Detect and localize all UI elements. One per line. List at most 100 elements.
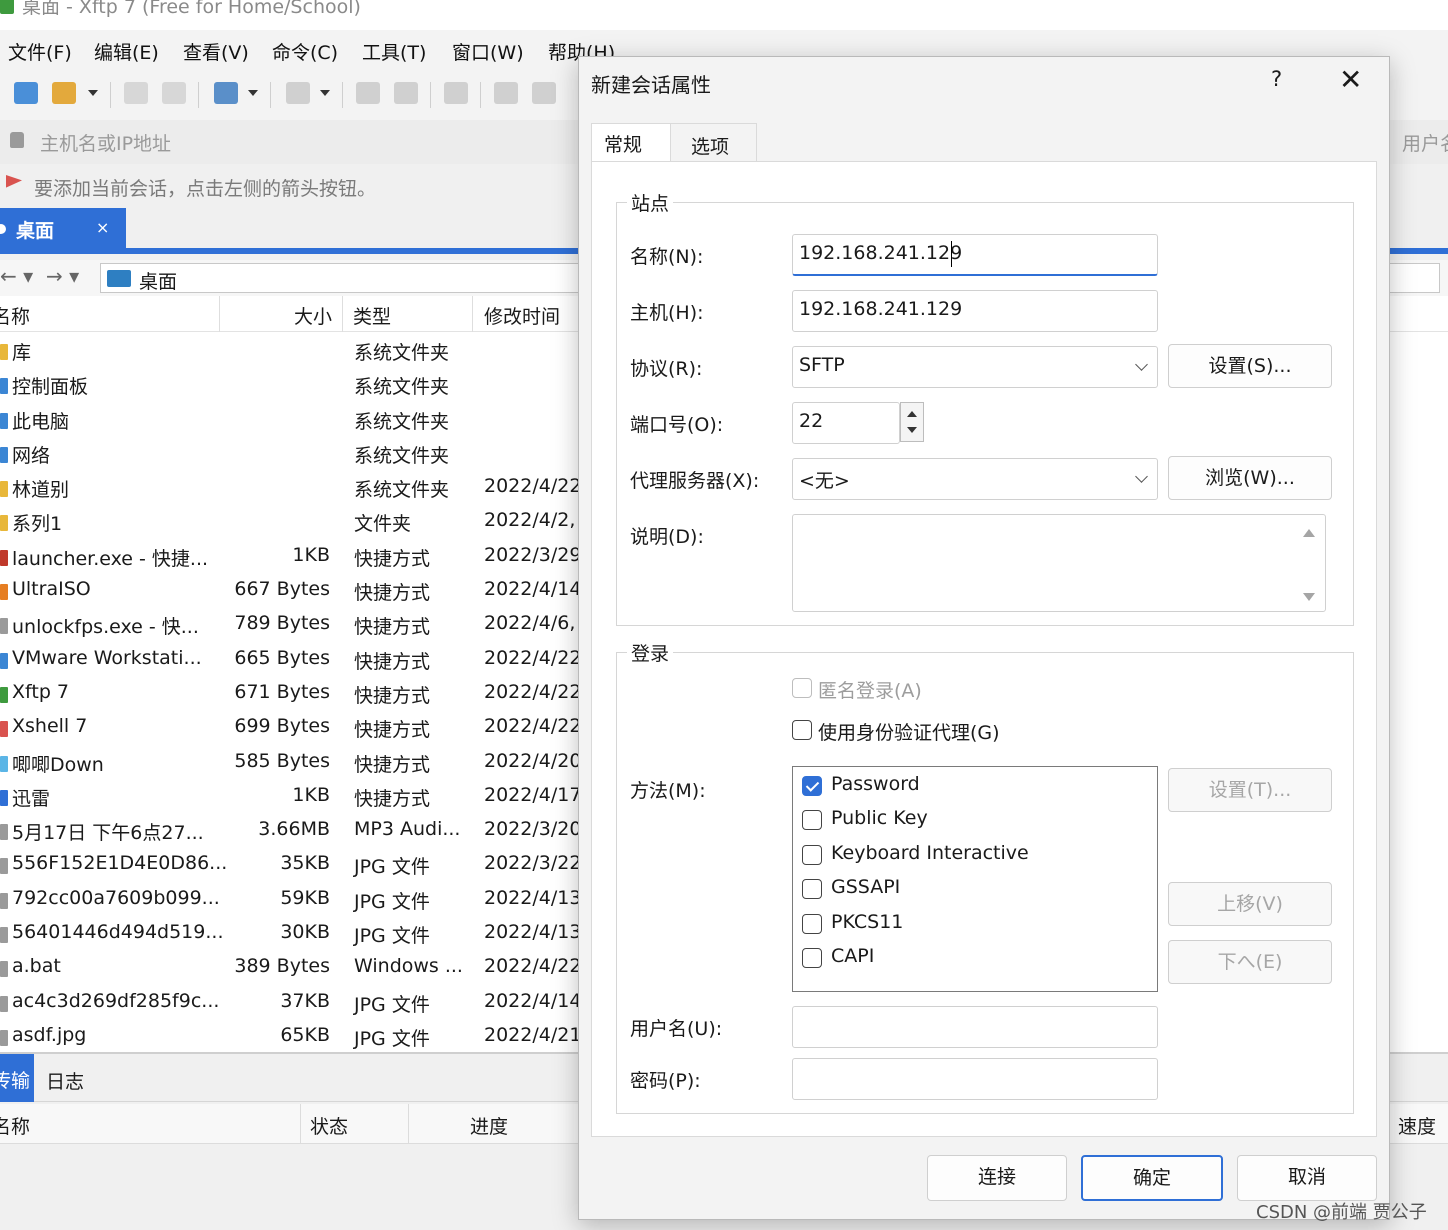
port-input[interactable]: 22	[792, 402, 900, 444]
port-stepper[interactable]	[900, 402, 924, 442]
password-field[interactable]	[792, 1058, 1158, 1100]
method-password-checkbox[interactable]	[802, 776, 822, 796]
method-capi-checkbox[interactable]	[802, 948, 822, 968]
file-icon	[0, 378, 8, 395]
connect-button[interactable]: 连接	[927, 1155, 1067, 1201]
new-session-icon[interactable]	[14, 82, 38, 104]
file-name: 唧唧Down	[12, 753, 104, 776]
column-name[interactable]: 名称	[0, 302, 30, 329]
copy-icon[interactable]	[494, 82, 518, 104]
paste-icon[interactable]	[532, 82, 556, 104]
stepper-up-icon[interactable]	[907, 411, 917, 417]
host-input[interactable]: 192.168.241.129	[792, 290, 1158, 332]
method-publickey-checkbox[interactable]	[802, 810, 822, 830]
transfer-column-status[interactable]: 状态	[310, 1112, 348, 1139]
proxy-select[interactable]: <无>	[792, 458, 1158, 500]
method-gssapi-label: GSSAPI	[831, 876, 901, 898]
transfer-column-name[interactable]: 名称	[0, 1112, 30, 1139]
host-address-input[interactable]: 主机名或IP地址	[40, 129, 171, 156]
move-down-button[interactable]: 下へ(E)	[1168, 940, 1332, 984]
terminal-dropdown-icon[interactable]	[320, 90, 330, 96]
forward-button[interactable]: → ▾	[46, 264, 79, 288]
method-pkcs11-label: PKCS11	[831, 911, 904, 933]
column-type[interactable]: 类型	[353, 302, 391, 329]
protocol-label: 协议(R):	[630, 358, 703, 380]
anonymous-login-checkbox[interactable]	[792, 678, 812, 698]
sync-icon[interactable]	[444, 82, 468, 104]
name-input[interactable]: 192.168.241.129	[792, 234, 1158, 276]
auth-agent-label: 使用身份验证代理(G)	[818, 722, 1000, 744]
transfer-column-progress[interactable]: 进度	[470, 1112, 508, 1139]
file-size: 389 Bytes	[234, 955, 330, 978]
method-keyboard-interactive-checkbox[interactable]	[802, 845, 822, 865]
tab-transfer[interactable]: 传输	[0, 1054, 34, 1102]
menu-command[interactable]: 命令(C)	[272, 38, 338, 65]
method-capi-label: CAPI	[831, 945, 875, 967]
cancel-button[interactable]: 取消	[1237, 1155, 1377, 1201]
description-textarea[interactable]	[792, 514, 1326, 612]
method-gssapi-checkbox[interactable]	[802, 879, 822, 899]
open-folder-icon[interactable]	[52, 82, 76, 104]
tab-general[interactable]: 常规	[591, 123, 671, 161]
auth-agent-checkbox[interactable]	[792, 720, 812, 740]
host-label: 主机(H):	[630, 302, 704, 324]
ok-button[interactable]: 确定	[1081, 1155, 1223, 1201]
disconnect-icon[interactable]	[162, 82, 186, 104]
method-pkcs11-checkbox[interactable]	[802, 914, 822, 934]
column-size[interactable]: 大小	[294, 302, 332, 329]
transfer-column-speed[interactable]: 速度	[1398, 1112, 1436, 1139]
lock-icon	[10, 132, 24, 148]
menu-view[interactable]: 查看(V)	[183, 38, 249, 65]
file-name: 控制面板	[12, 376, 89, 399]
upload-icon[interactable]	[394, 82, 418, 104]
stepper-down-icon[interactable]	[907, 427, 917, 433]
add-session-arrow-icon[interactable]	[6, 175, 22, 188]
download-icon[interactable]	[356, 82, 380, 104]
file-type: 快捷方式	[354, 582, 431, 605]
scroll-down-icon[interactable]	[1303, 593, 1315, 601]
menu-edit[interactable]: 编辑(E)	[94, 38, 159, 65]
method-keyboard-interactive-label: Keyboard Interactive	[831, 842, 1029, 864]
file-mtime: 2022/4/22	[484, 646, 582, 669]
scroll-up-icon[interactable]	[1303, 529, 1315, 537]
username-field[interactable]	[792, 1006, 1158, 1048]
menu-window[interactable]: 窗口(W)	[452, 38, 524, 65]
method-list: Password Public Key Keyboard Interactive…	[792, 766, 1158, 992]
file-mtime: 2022/4/22	[484, 955, 582, 978]
file-icon	[0, 686, 8, 703]
tab-log[interactable]: 日志	[46, 1067, 84, 1094]
file-name: 系列1	[12, 513, 63, 536]
file-icon	[0, 549, 8, 566]
file-mtime: 2022/4/17	[484, 783, 582, 806]
back-button[interactable]: ← ▾	[0, 264, 33, 288]
browse-proxy-button[interactable]: 浏览(W)...	[1168, 456, 1332, 500]
menu-tools[interactable]: 工具(T)	[362, 38, 426, 65]
username-input[interactable]: 用户名	[1402, 129, 1448, 156]
method-settings-button[interactable]: 设置(T)...	[1168, 768, 1332, 812]
file-name: 林道别	[12, 479, 70, 502]
username-label: 用户名(U):	[630, 1018, 723, 1040]
menu-file[interactable]: 文件(F)	[8, 38, 72, 65]
help-button[interactable]: ?	[1271, 67, 1282, 91]
login-group-title: 登录	[627, 639, 674, 666]
close-icon[interactable]: ✕	[1339, 63, 1362, 96]
protocol-settings-button[interactable]: 设置(S)...	[1168, 344, 1332, 388]
watermark: CSDN @前端 贾公子	[1256, 1202, 1427, 1223]
connect-icon[interactable]	[124, 82, 148, 104]
open-dropdown-icon[interactable]	[88, 90, 98, 96]
terminal-icon[interactable]	[286, 82, 310, 104]
port-input-value: 22	[799, 410, 824, 432]
column-mtime[interactable]: 修改时间	[484, 302, 560, 329]
general-tab-page: 站点 名称(N): 192.168.241.129 主机(H): 192.168…	[591, 161, 1377, 1137]
window-title: 桌面 - Xftp 7 (Free for Home/School)	[22, 0, 361, 18]
tab-close-icon[interactable]: ×	[96, 218, 109, 237]
settings-dropdown-icon[interactable]	[248, 90, 258, 96]
move-up-button[interactable]: 上移(V)	[1168, 882, 1332, 926]
tab-options[interactable]: 选项	[671, 123, 757, 161]
tab-desktop[interactable]: 桌面 ×	[0, 208, 126, 248]
file-icon	[0, 652, 8, 669]
settings-icon[interactable]	[214, 82, 238, 104]
protocol-select[interactable]: SFTP	[792, 346, 1158, 388]
file-size: 37KB	[280, 989, 330, 1012]
port-label: 端口号(O):	[630, 414, 724, 436]
